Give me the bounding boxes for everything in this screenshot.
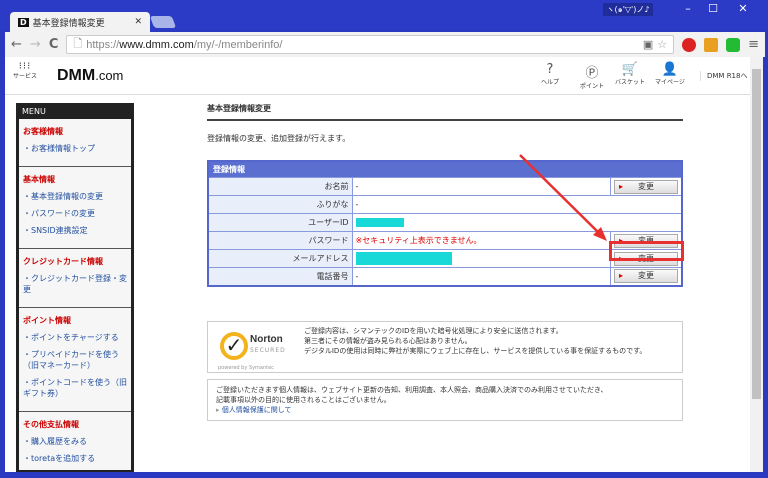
maximize-button[interactable]: ☐	[703, 2, 723, 15]
url-scheme: https://	[86, 38, 120, 51]
page-icon: 🗋	[73, 38, 83, 50]
url-host: www.dmm.com	[119, 38, 194, 51]
adblock-icon[interactable]	[682, 37, 697, 52]
scrollbar[interactable]	[750, 57, 763, 472]
close-tab-icon[interactable]: ✕	[134, 17, 142, 27]
favicon-icon: D	[18, 17, 29, 27]
menu-icon[interactable]: ≡	[748, 37, 759, 52]
extension-icon[interactable]	[704, 37, 719, 52]
reload-icon[interactable]: C	[49, 37, 59, 52]
back-icon[interactable]: ←	[11, 37, 22, 52]
browser-tab[interactable]: D 基本登録情報変更 ✕	[10, 12, 150, 32]
bookmark-star-icon[interactable]: ☆	[657, 38, 667, 51]
title-badge: ヽ(๑'▽')ノ♪	[603, 3, 653, 16]
scrollbar-thumb[interactable]	[752, 69, 761, 399]
minimize-button[interactable]: –	[678, 2, 698, 15]
browser-toolbar: ← → C 🗋 https://www.dmm.com/my/-/memberi…	[5, 32, 765, 57]
forward-icon[interactable]: →	[30, 37, 41, 52]
translate-icon[interactable]: ▣	[643, 38, 653, 51]
url-path: /my/-/memberinfo/	[193, 38, 283, 51]
tab-title: 基本登録情報変更	[32, 18, 105, 29]
close-window-button[interactable]: ✕	[733, 2, 753, 15]
page: ⁝⁝⁝ サービス DMM.com ? ヘルプ Ⓟ ポイント 🛒 バスケット 👤 マイページ…	[5, 57, 750, 472]
new-tab-button[interactable]	[149, 16, 177, 28]
dmm-extension-icon[interactable]	[726, 37, 741, 52]
address-bar[interactable]: 🗋 https://www.dmm.com/my/-/memberinfo/ ▣…	[66, 35, 675, 54]
annotation-arrow	[519, 154, 607, 241]
